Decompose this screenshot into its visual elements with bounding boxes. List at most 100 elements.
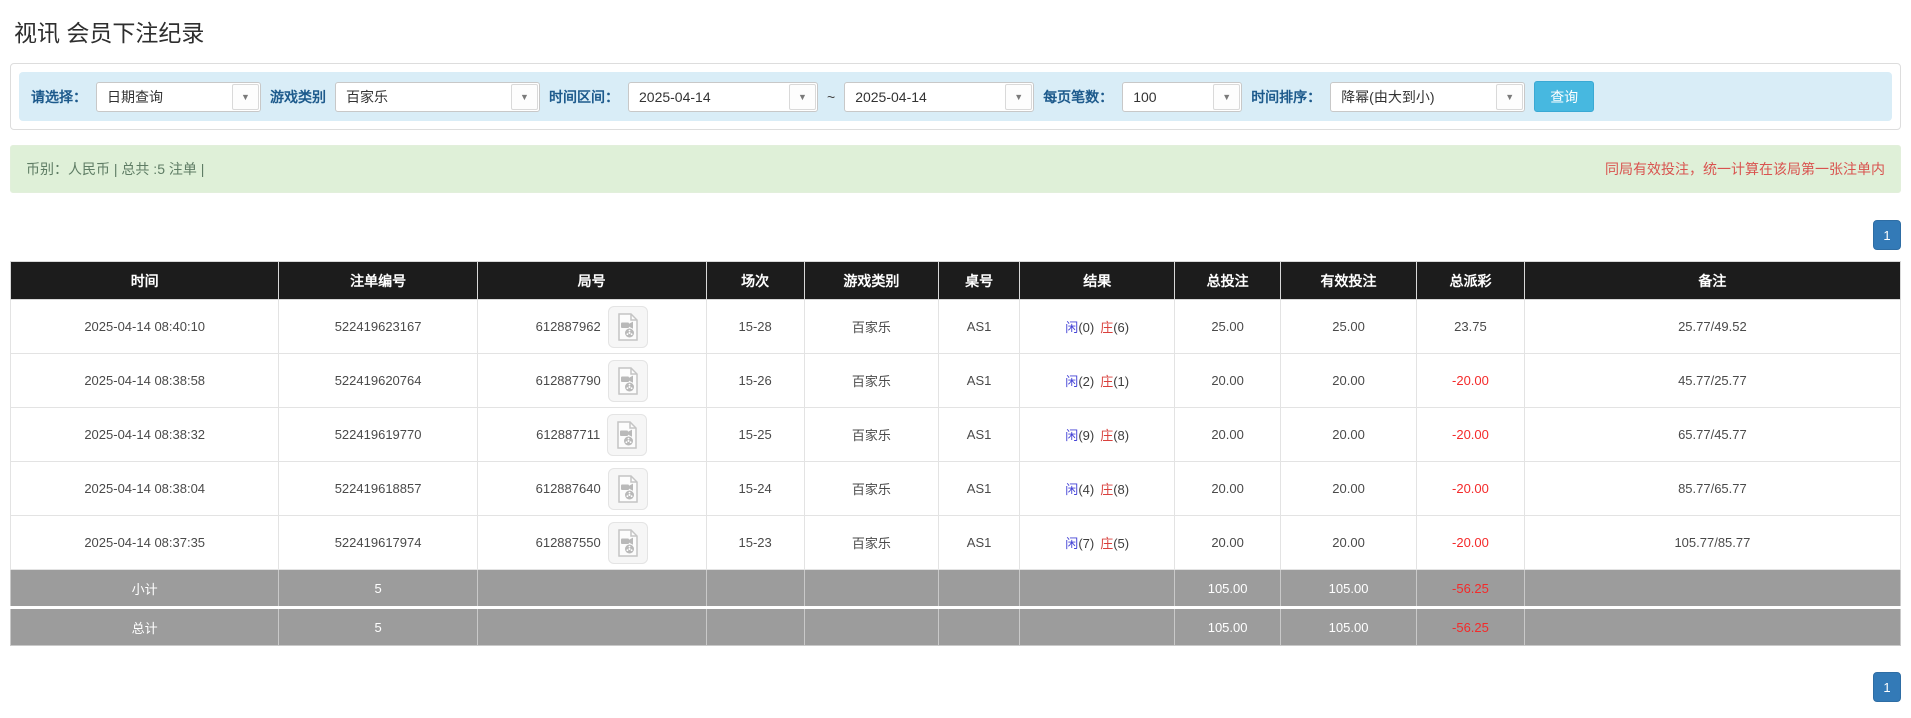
cell-total-bet[interactable]: 20.00 bbox=[1175, 408, 1281, 462]
cell-table-no: AS1 bbox=[938, 462, 1019, 516]
footer-empty-cell bbox=[706, 570, 804, 608]
page-button-1[interactable]: 1 bbox=[1873, 672, 1901, 702]
page-button-1[interactable]: 1 bbox=[1873, 220, 1901, 250]
round-id-text: 612887711 bbox=[536, 427, 600, 442]
page: 视讯 会员下注纪录 请选择： 日期查询 ▼ 游戏类别 百家乐 ▼ 时间区间： 2… bbox=[0, 0, 1911, 718]
video-replay-button[interactable] bbox=[608, 306, 648, 348]
pagination-bottom: 1 bbox=[10, 672, 1901, 702]
cell-table-no: AS1 bbox=[938, 408, 1019, 462]
query-type-value: 日期查询 bbox=[97, 87, 231, 107]
cell-payout: -20.00 bbox=[1417, 516, 1525, 570]
chevron-down-icon[interactable]: ▼ bbox=[789, 84, 816, 110]
result-banker-label: 庄 bbox=[1100, 374, 1113, 389]
cell-valid-bet: 25.00 bbox=[1281, 300, 1417, 354]
time-sort-label: 时间排序： bbox=[1251, 87, 1321, 107]
date-from-value: 2025-04-14 bbox=[629, 89, 788, 105]
header-payout: 总派彩 bbox=[1417, 262, 1525, 300]
video-file-icon bbox=[616, 367, 640, 395]
video-replay-button[interactable] bbox=[607, 414, 647, 456]
result-banker-score: (6) bbox=[1113, 320, 1129, 335]
time-sort-select[interactable]: 降幂(由大到小) ▼ bbox=[1330, 82, 1525, 112]
result-player-label: 闲 bbox=[1065, 320, 1078, 335]
header-remark: 备注 bbox=[1524, 262, 1900, 300]
cell-session: 15-23 bbox=[706, 516, 804, 570]
filter-bar: 请选择： 日期查询 ▼ 游戏类别 百家乐 ▼ 时间区间： 2025-04-14 … bbox=[19, 72, 1892, 121]
table-header-row: 时间 注单编号 局号 场次 游戏类别 桌号 结果 总投注 有效投注 总派彩 备注 bbox=[11, 262, 1901, 300]
result-banker-label: 庄 bbox=[1100, 536, 1113, 551]
filter-panel: 请选择： 日期查询 ▼ 游戏类别 百家乐 ▼ 时间区间： 2025-04-14 … bbox=[10, 63, 1901, 130]
footer-payout: -56.25 bbox=[1417, 608, 1525, 646]
video-replay-button[interactable] bbox=[608, 360, 648, 402]
result-banker-score: (8) bbox=[1113, 482, 1129, 497]
table-row: 2025-04-14 08:38:32 522419619770 6128877… bbox=[11, 408, 1901, 462]
header-valid-bet: 有效投注 bbox=[1281, 262, 1417, 300]
cell-time: 2025-04-14 08:40:10 bbox=[11, 300, 279, 354]
video-replay-button[interactable] bbox=[608, 522, 648, 564]
date-from-select[interactable]: 2025-04-14 ▼ bbox=[628, 82, 818, 112]
result-banker-label: 庄 bbox=[1100, 320, 1113, 335]
query-type-select[interactable]: 日期查询 ▼ bbox=[96, 82, 261, 112]
header-bet-id: 注单编号 bbox=[279, 262, 477, 300]
chevron-down-icon[interactable]: ▼ bbox=[1496, 84, 1523, 110]
video-file-icon bbox=[615, 421, 639, 449]
footer-total-bet: 105.00 bbox=[1175, 570, 1281, 608]
footer-label: 总计 bbox=[11, 608, 279, 646]
cell-bet-id: 522419623167 bbox=[279, 300, 477, 354]
footer-empty-cell bbox=[477, 570, 706, 608]
chevron-down-icon[interactable]: ▼ bbox=[1005, 84, 1032, 110]
cell-game-type: 百家乐 bbox=[804, 300, 938, 354]
cell-session: 15-24 bbox=[706, 462, 804, 516]
betting-records-table: 时间 注单编号 局号 场次 游戏类别 桌号 结果 总投注 有效投注 总派彩 备注… bbox=[10, 261, 1901, 646]
result-player-score: (9) bbox=[1078, 428, 1094, 443]
cell-round-id: 612887790 bbox=[477, 354, 706, 408]
cell-round-id: 612887711 bbox=[477, 408, 706, 462]
result-player-label: 闲 bbox=[1065, 374, 1078, 389]
time-range-label: 时间区间： bbox=[549, 87, 619, 107]
result-player-label: 闲 bbox=[1065, 482, 1078, 497]
game-type-select[interactable]: 百家乐 ▼ bbox=[335, 82, 540, 112]
video-replay-button[interactable] bbox=[608, 468, 648, 510]
result-banker-score: (8) bbox=[1113, 428, 1129, 443]
cell-valid-bet: 20.00 bbox=[1281, 462, 1417, 516]
video-file-icon bbox=[616, 313, 640, 341]
cell-time: 2025-04-14 08:38:04 bbox=[11, 462, 279, 516]
footer-empty-cell bbox=[1524, 608, 1900, 646]
footer-empty-cell bbox=[1020, 608, 1175, 646]
cell-total-bet[interactable]: 20.00 bbox=[1175, 462, 1281, 516]
chevron-down-icon[interactable]: ▼ bbox=[511, 84, 538, 110]
summary-bar: 币别：人民币 | 总共 :5 注单 | 同局有效投注，统一计算在该局第一张注单内 bbox=[10, 145, 1901, 193]
page-size-select[interactable]: 100 ▼ bbox=[1122, 82, 1242, 112]
table-row: 2025-04-14 08:37:35 522419617974 6128875… bbox=[11, 516, 1901, 570]
table-row: 2025-04-14 08:38:04 522419618857 6128876… bbox=[11, 462, 1901, 516]
cell-payout: -20.00 bbox=[1417, 354, 1525, 408]
page-size-value: 100 bbox=[1123, 89, 1212, 105]
date-range-separator: ~ bbox=[827, 89, 835, 105]
search-button[interactable]: 查询 bbox=[1534, 81, 1594, 112]
footer-empty-cell bbox=[1020, 570, 1175, 608]
video-file-icon bbox=[616, 529, 640, 557]
cell-remark: 25.77/49.52 bbox=[1524, 300, 1900, 354]
cell-valid-bet: 20.00 bbox=[1281, 354, 1417, 408]
cell-remark: 85.77/65.77 bbox=[1524, 462, 1900, 516]
cell-total-bet[interactable]: 20.00 bbox=[1175, 354, 1281, 408]
result-player-score: (2) bbox=[1078, 374, 1094, 389]
date-to-value: 2025-04-14 bbox=[845, 89, 1004, 105]
footer-count: 5 bbox=[279, 608, 477, 646]
header-result: 结果 bbox=[1020, 262, 1175, 300]
chevron-down-icon[interactable]: ▼ bbox=[232, 84, 259, 110]
cell-total-bet[interactable]: 25.00 bbox=[1175, 300, 1281, 354]
date-to-select[interactable]: 2025-04-14 ▼ bbox=[844, 82, 1034, 112]
footer-empty-cell bbox=[804, 608, 938, 646]
cell-total-bet[interactable]: 20.00 bbox=[1175, 516, 1281, 570]
cell-payout: -20.00 bbox=[1417, 462, 1525, 516]
cell-result: 闲(2)庄(1) bbox=[1020, 354, 1175, 408]
result-player-label: 闲 bbox=[1065, 428, 1078, 443]
footer-empty-cell bbox=[938, 608, 1019, 646]
chevron-down-icon[interactable]: ▼ bbox=[1213, 84, 1240, 110]
currency-summary-text: 币别：人民币 | 总共 :5 注单 | bbox=[26, 159, 204, 179]
cell-remark: 65.77/45.77 bbox=[1524, 408, 1900, 462]
query-type-label: 请选择： bbox=[31, 87, 87, 107]
cell-time: 2025-04-14 08:37:35 bbox=[11, 516, 279, 570]
header-round-id: 局号 bbox=[477, 262, 706, 300]
result-player-score: (7) bbox=[1078, 536, 1094, 551]
